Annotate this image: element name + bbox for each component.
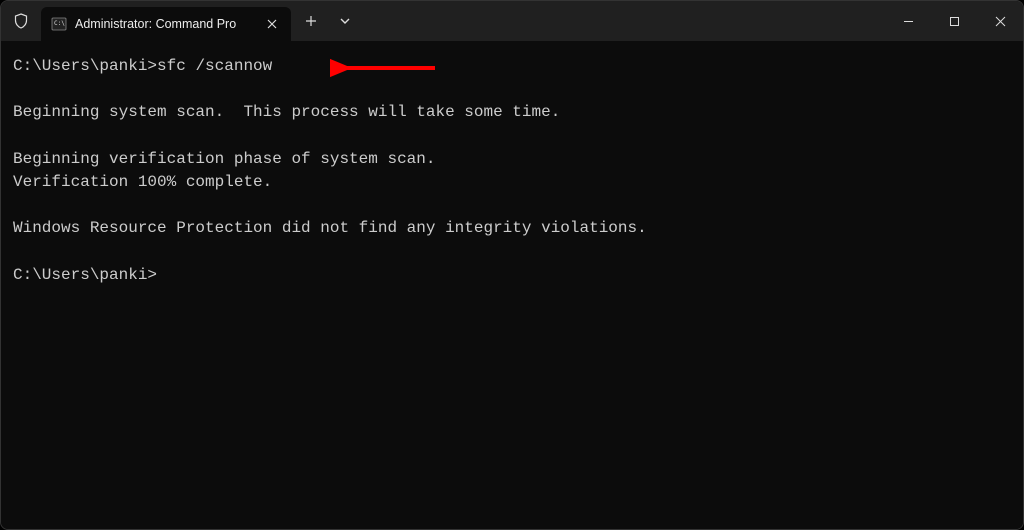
svg-text:C:\: C:\ xyxy=(54,20,65,27)
tab-dropdown-button[interactable] xyxy=(329,5,361,37)
new-tab-button[interactable] xyxy=(295,5,327,37)
terminal-line: Beginning system scan. This process will… xyxy=(13,101,1011,124)
command-text: sfc /scannow xyxy=(157,57,272,75)
tab-close-button[interactable] xyxy=(263,15,281,33)
prompt: C:\Users\panki> xyxy=(13,57,157,75)
terminal-line: Windows Resource Protection did not find… xyxy=(13,217,1011,240)
terminal-line xyxy=(13,125,1011,148)
titlebar-left: C:\ Administrator: Command Pro xyxy=(1,1,361,41)
terminal-window: C:\ Administrator: Command Pro xyxy=(0,0,1024,530)
window-controls xyxy=(885,1,1023,41)
active-tab[interactable]: C:\ Administrator: Command Pro xyxy=(41,7,291,41)
maximize-button[interactable] xyxy=(931,1,977,41)
terminal-line xyxy=(13,78,1011,101)
terminal-line xyxy=(13,194,1011,217)
tab-actions xyxy=(295,1,361,41)
terminal-output[interactable]: C:\Users\panki>sfc /scannowBeginning sys… xyxy=(1,41,1023,529)
titlebar[interactable]: C:\ Administrator: Command Pro xyxy=(1,1,1023,41)
prompt: C:\Users\panki> xyxy=(13,266,157,284)
terminal-line: C:\Users\panki>sfc /scannow xyxy=(13,55,1011,78)
terminal-line: C:\Users\panki> xyxy=(13,264,1011,287)
tab-title: Administrator: Command Pro xyxy=(75,17,255,31)
terminal-line: Beginning verification phase of system s… xyxy=(13,148,1011,171)
terminal-line xyxy=(13,241,1011,264)
cmd-icon: C:\ xyxy=(51,16,67,32)
terminal-line: Verification 100% complete. xyxy=(13,171,1011,194)
close-window-button[interactable] xyxy=(977,1,1023,41)
shield-icon xyxy=(1,1,41,41)
minimize-button[interactable] xyxy=(885,1,931,41)
